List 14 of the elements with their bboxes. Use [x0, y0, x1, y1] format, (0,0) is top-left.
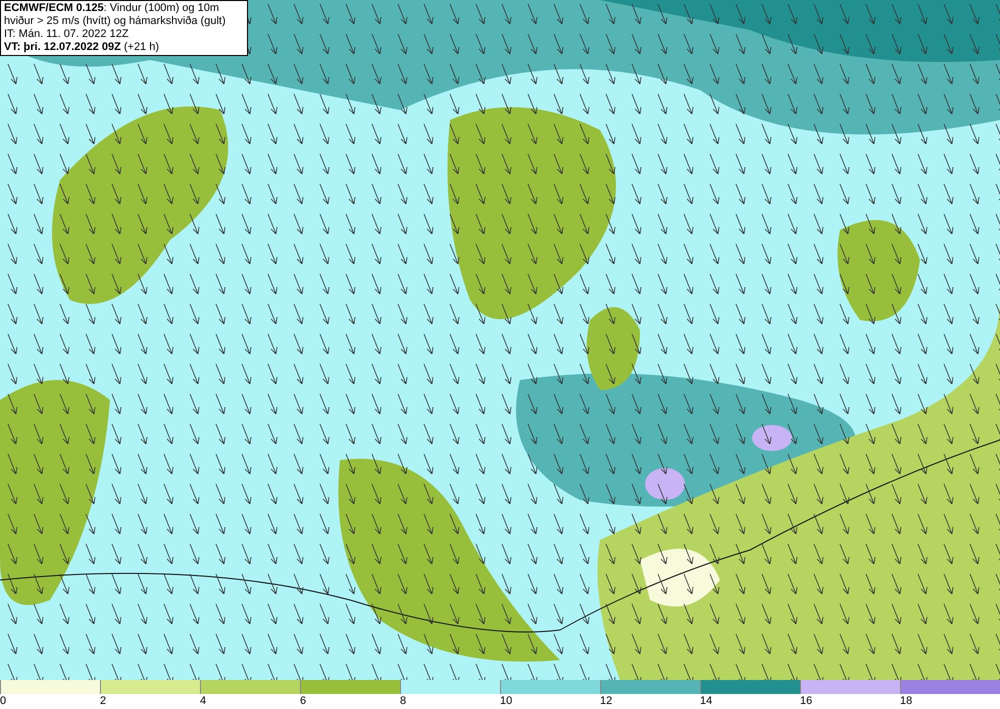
legend-label: 18 [900, 694, 912, 708]
header-text: IT: Mán. 11. 07. 2022 12Z [4, 28, 130, 41]
legend-label: 12 [600, 694, 612, 708]
legend-label: 10 [500, 694, 512, 708]
legend-label: 4 [200, 694, 206, 708]
legend-label: 8 [400, 694, 406, 708]
legend-label: 0 [0, 694, 6, 708]
legend-label: 2 [100, 694, 106, 708]
header-text: ECMWF/ECM 0.125: Vindur (100m) og 10m [4, 2, 220, 15]
legend-label: 6 [300, 694, 306, 708]
header-text: hviður > 25 m/s (hvítt) og hámarkshviða (gult) [4, 15, 227, 28]
legend-label: 16 [800, 694, 812, 708]
legend-label: 14 [700, 694, 712, 708]
header-text: VT: þri. 12.07.2022 09Z (+21 h) [4, 41, 160, 54]
